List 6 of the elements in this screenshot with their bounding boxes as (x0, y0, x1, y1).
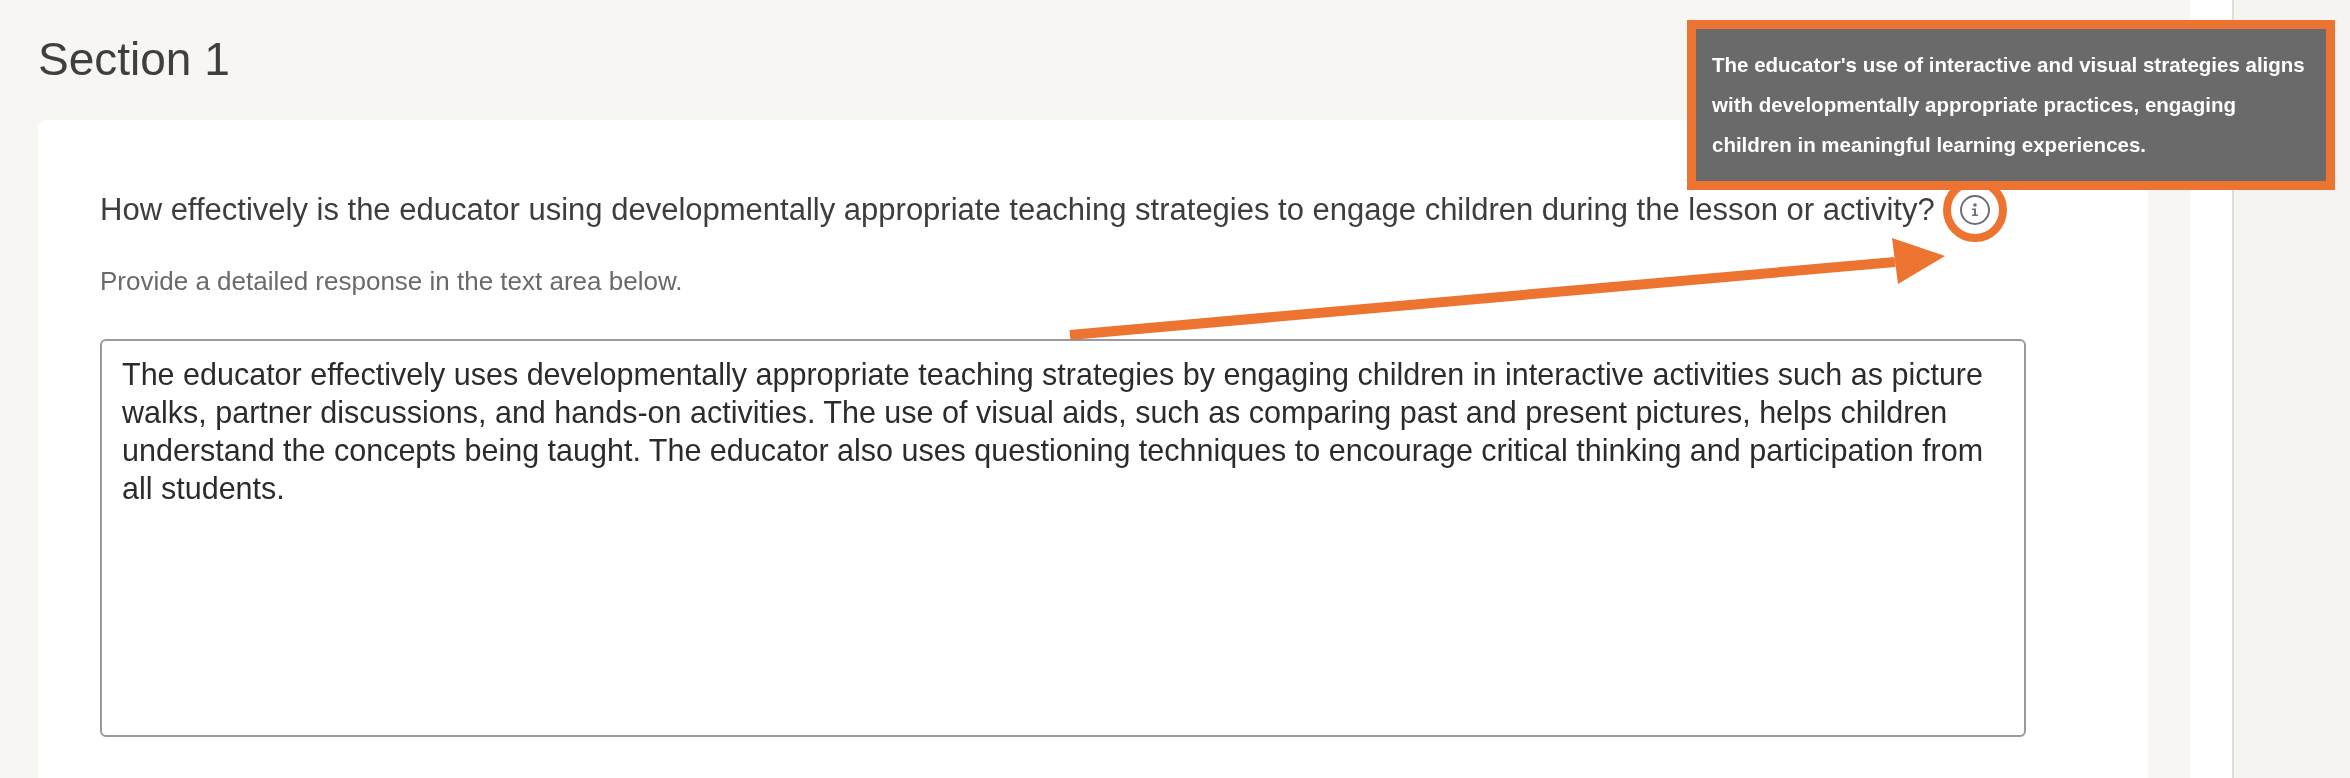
section-title: Section 1 (38, 32, 230, 87)
response-hint: Provide a detailed response in the text area below. (100, 265, 683, 297)
info-icon[interactable] (1959, 194, 1990, 225)
tooltip: The educator's use of interactive and visual strategies aligns with developmentally appropriate practices, engaging children in meaningful learning experiences. (1687, 20, 2335, 190)
response-field[interactable]: The educator effectively uses developmentally appropriate teaching strategies by engaging children in interactive activities such as picture walks, partner discussions, and hands-on activities. The use of visual aids, such as comparing past and present pictures, helps children understand the concepts being taught. The educator also uses questioning techniques to encourage critical thinking and participation from all students. (100, 338, 2026, 737)
question-text: How effectively is the educator using developmentally appropriate teaching strategies to engage children during the lesson or activity? (100, 191, 1935, 228)
